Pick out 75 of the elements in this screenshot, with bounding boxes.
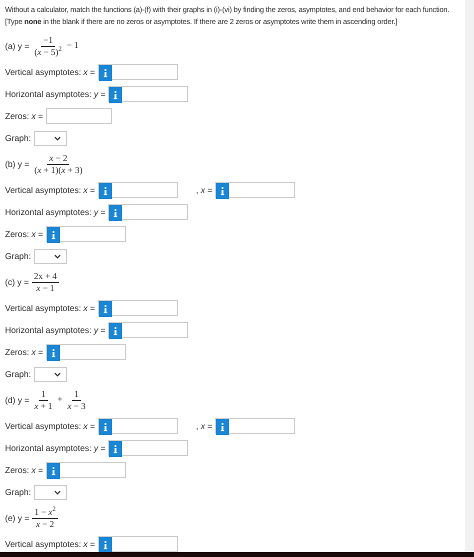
- info-icon[interactable]: [109, 441, 122, 457]
- field-label: , x =: [196, 420, 212, 432]
- info-icon[interactable]: [47, 345, 60, 361]
- info-icon[interactable]: [216, 419, 230, 435]
- numerator: 1: [39, 388, 48, 400]
- graph-dropdown[interactable]: [34, 130, 67, 146]
- chevron-down-icon: [54, 136, 61, 140]
- problem-label: (a) y =: [5, 40, 30, 52]
- denominator: (x − 5)$^{2}$: [33, 46, 63, 58]
- numerator: 2x + 4: [32, 270, 59, 282]
- field-label: Vertical asymptotes: x =: [5, 184, 95, 196]
- problem-label: (d) y =: [5, 394, 30, 406]
- info-icon[interactable]: [109, 205, 122, 221]
- info-icon[interactable]: [99, 183, 112, 199]
- chevron-down-icon: [54, 254, 61, 258]
- field-label: Zeros: x =: [5, 110, 44, 122]
- info-icon[interactable]: [109, 87, 122, 103]
- info-icon[interactable]: [47, 463, 60, 479]
- denominator: x − 2: [34, 518, 56, 530]
- answer-field[interactable]: [108, 86, 188, 102]
- field-label: Horizontal asymptotes: y =: [5, 324, 106, 336]
- answer-field[interactable]: [98, 182, 178, 198]
- field-label: Vertical asymptotes: x =: [5, 66, 95, 78]
- field-label: Zeros: x =: [5, 346, 44, 358]
- denominator: x − 3: [66, 400, 87, 412]
- denominator: (x + 1)(x + 3): [33, 164, 84, 176]
- answer-field[interactable]: [98, 300, 178, 316]
- answer-field[interactable]: [108, 322, 188, 338]
- chevron-down-icon: [54, 372, 61, 376]
- numerator: x − 2: [47, 152, 70, 164]
- field-label: Horizontal asymptotes: y =: [5, 442, 106, 454]
- answer-field[interactable]: [98, 536, 178, 552]
- denominator: x + 1: [33, 400, 54, 412]
- info-icon[interactable]: [99, 301, 112, 317]
- numerator: 1 − x$^{2}$: [32, 506, 58, 518]
- field-label: Graph:: [5, 486, 31, 498]
- field-label: Vertical asymptotes: x =: [5, 538, 95, 550]
- field-label: Graph:: [5, 250, 31, 262]
- field-label: Vertical asymptotes: x =: [5, 302, 95, 314]
- field-label: Horizontal asymptotes: y =: [5, 206, 106, 218]
- answer-field[interactable]: [108, 204, 188, 220]
- info-icon[interactable]: [99, 537, 112, 552]
- problem-label: (c) y =: [5, 276, 29, 288]
- answer-field[interactable]: [215, 418, 296, 434]
- graph-dropdown[interactable]: [34, 366, 67, 382]
- field-label: Zeros: x =: [5, 228, 44, 240]
- answer-field[interactable]: [46, 344, 126, 360]
- answer-field[interactable]: [46, 226, 126, 242]
- graph-dropdown[interactable]: [34, 248, 67, 264]
- info-icon[interactable]: [47, 227, 60, 243]
- answer-field[interactable]: [46, 462, 126, 478]
- answer-field[interactable]: [46, 108, 112, 124]
- field-label: Graph:: [5, 368, 31, 380]
- field-label: , x =: [196, 184, 212, 196]
- numerator: 1: [72, 388, 81, 400]
- denominator: x − 1: [35, 282, 56, 294]
- info-icon[interactable]: [216, 183, 230, 199]
- answer-field[interactable]: [215, 182, 296, 198]
- field-label: Vertical asymptotes: x =: [5, 420, 95, 432]
- answer-field[interactable]: [98, 64, 178, 80]
- answer-field[interactable]: [108, 440, 188, 456]
- answer-field[interactable]: [98, 418, 178, 434]
- field-label: Horizontal asymptotes: y =: [5, 88, 106, 100]
- info-icon[interactable]: [99, 419, 112, 435]
- formula-text: +: [57, 393, 62, 406]
- field-label: Graph:: [5, 132, 31, 144]
- info-icon[interactable]: [109, 323, 122, 339]
- problem-label: (e) y =: [5, 512, 30, 524]
- field-label: Zeros: x =: [5, 464, 44, 476]
- problem-label: (b) y =: [5, 158, 30, 170]
- graph-dropdown[interactable]: [34, 484, 67, 500]
- chevron-down-icon: [54, 490, 61, 494]
- numerator: −1: [41, 34, 55, 46]
- info-icon[interactable]: [99, 65, 112, 81]
- formula-text: − 1: [66, 39, 79, 52]
